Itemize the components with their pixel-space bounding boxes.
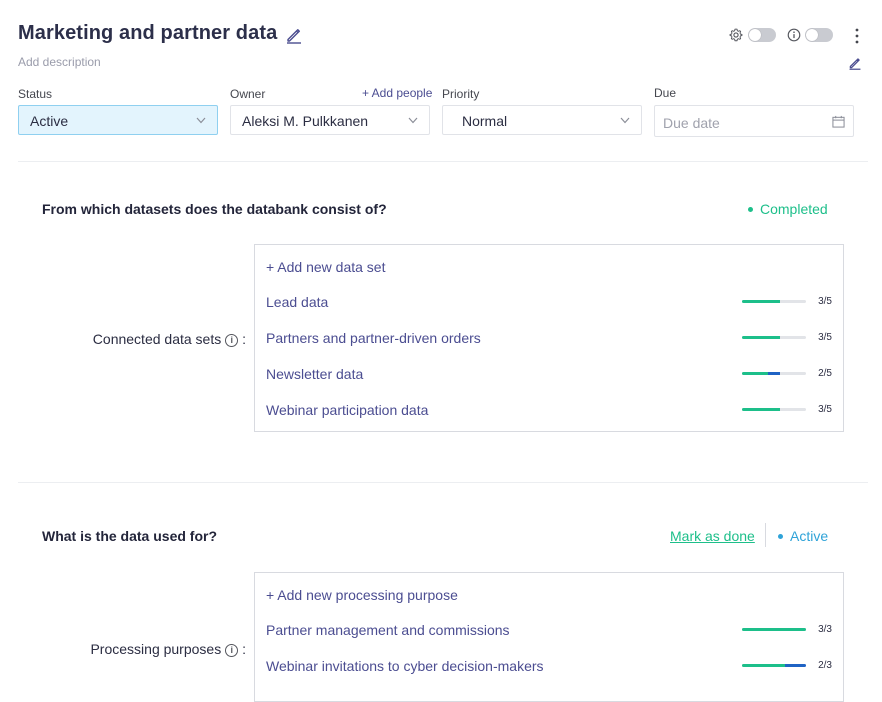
row-label-text: Processing purposes xyxy=(90,641,222,657)
progress-fill xyxy=(742,336,781,339)
status-text: Completed xyxy=(760,201,828,217)
calendar-icon[interactable] xyxy=(832,115,845,128)
due-label: Due xyxy=(654,86,677,100)
progress-fill xyxy=(742,372,768,375)
priority-value: Normal xyxy=(462,113,508,129)
priority-label: Priority xyxy=(442,87,480,101)
progress-bar xyxy=(742,372,806,375)
owner-value: Aleksi M. Pulkkanen xyxy=(242,113,369,129)
progress-fill xyxy=(742,664,785,667)
processing-purpose-item[interactable]: Partner management and commissions xyxy=(266,622,510,638)
status-badge: Active xyxy=(778,528,828,544)
info-icon[interactable]: i xyxy=(225,334,239,347)
add-data-set-link[interactable]: + Add new data set xyxy=(266,259,385,275)
progress-count: 3/5 xyxy=(818,332,832,343)
progress-bar xyxy=(742,628,806,631)
due-date-placeholder: Due date xyxy=(663,115,720,131)
page-title: Marketing and partner data xyxy=(18,22,278,44)
progress-count: 3/5 xyxy=(818,404,832,415)
status-select[interactable]: Active xyxy=(18,105,218,135)
info-icon[interactable]: i xyxy=(225,644,239,657)
chevron-down-icon xyxy=(620,117,630,124)
processing-purposes-box: + Add new processing purpose Partner man… xyxy=(254,572,844,702)
mark-as-done-link[interactable]: Mark as done xyxy=(670,528,755,544)
data-sets-box: + Add new data set Lead data 3/5 Partner… xyxy=(254,244,844,432)
description-placeholder[interactable]: Add description xyxy=(18,55,101,69)
status-dot xyxy=(778,533,783,539)
progress-bar xyxy=(742,300,806,303)
progress-fill-secondary xyxy=(784,664,806,667)
more-options-icon[interactable] xyxy=(852,27,862,45)
progress-fill xyxy=(742,300,781,303)
chevron-down-icon xyxy=(408,117,418,124)
owner-label: Owner xyxy=(230,87,266,101)
edit-description-icon[interactable] xyxy=(848,56,862,70)
data-set-item[interactable]: Newsletter data xyxy=(266,366,363,382)
progress-bar xyxy=(742,408,806,411)
vertical-divider xyxy=(765,523,766,547)
status-text: Active xyxy=(790,528,829,544)
status-label: Status xyxy=(18,87,53,101)
progress-count: 2/5 xyxy=(818,368,832,379)
priority-select[interactable]: Normal xyxy=(442,105,642,135)
owner-select[interactable]: Aleksi M. Pulkkanen xyxy=(230,105,430,135)
divider xyxy=(18,161,868,162)
info-toggle[interactable] xyxy=(805,28,833,42)
settings-gear-icon[interactable] xyxy=(729,28,743,42)
connected-data-sets-label: Connected data sets i : xyxy=(92,331,246,347)
progress-fill-secondary xyxy=(767,372,781,375)
section-question: What is the data used for? xyxy=(42,528,218,544)
data-set-item[interactable]: Webinar participation data xyxy=(266,402,428,418)
progress-count: 3/5 xyxy=(818,296,832,307)
settings-toggle[interactable] xyxy=(748,28,776,42)
row-label-text: Connected data sets xyxy=(92,331,222,347)
add-processing-purpose-link[interactable]: + Add new processing purpose xyxy=(266,587,458,603)
add-people-link[interactable]: + Add people xyxy=(362,86,432,100)
status-badge: Completed xyxy=(748,201,828,217)
progress-bar xyxy=(742,336,806,339)
status-value: Active xyxy=(30,113,69,129)
progress-count: 2/3 xyxy=(818,660,832,671)
due-date-input[interactable]: Due date xyxy=(654,105,854,137)
edit-title-icon[interactable] xyxy=(285,26,303,44)
section-question: From which datasets does the databank co… xyxy=(42,201,387,217)
progress-fill xyxy=(742,408,781,411)
data-set-item[interactable]: Lead data xyxy=(266,294,328,310)
processing-purpose-item[interactable]: Webinar invitations to cyber decision-ma… xyxy=(266,658,544,674)
data-set-item[interactable]: Partners and partner-driven orders xyxy=(266,330,481,346)
status-dot xyxy=(748,206,753,212)
processing-purposes-label: Processing purposes i : xyxy=(90,641,246,657)
progress-bar xyxy=(742,664,806,667)
chevron-down-icon xyxy=(196,117,206,124)
info-icon[interactable] xyxy=(787,28,801,42)
progress-fill xyxy=(742,628,806,631)
divider xyxy=(18,482,868,483)
progress-count: 3/3 xyxy=(818,624,832,635)
